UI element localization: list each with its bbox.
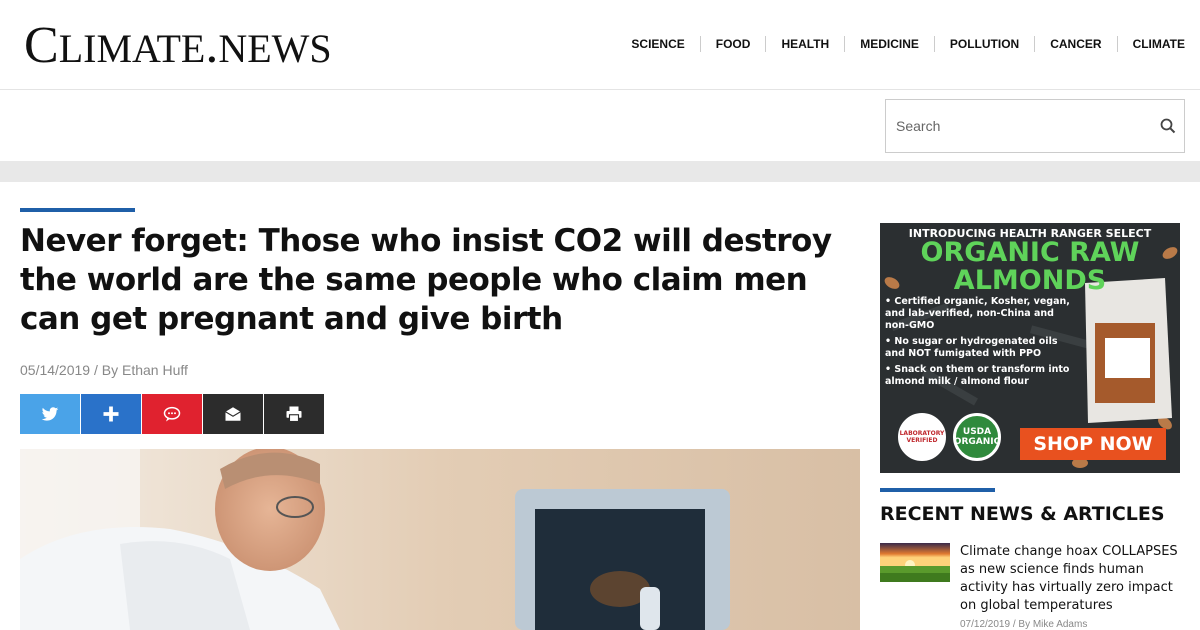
logo-dot: . xyxy=(205,17,219,74)
share-bar xyxy=(20,394,325,434)
logo-word-2: NEWS xyxy=(218,26,332,71)
more-share-button[interactable] xyxy=(81,394,141,434)
news-item-author[interactable]: By Mike Adams xyxy=(1018,619,1087,630)
ad-title-line2: ALMONDS xyxy=(953,265,1107,296)
ad-bullet: • Certified organic, Kosher, vegan, and … xyxy=(885,296,1070,331)
nav-item-pollution[interactable]: POLLUTION xyxy=(933,36,1034,52)
article-date: 05/14/2019 xyxy=(20,362,91,378)
logo-word-1: LIMATE xyxy=(58,26,206,71)
article-author[interactable]: By Ethan Huff xyxy=(102,362,188,378)
print-icon xyxy=(286,406,302,423)
nav-item-science[interactable]: SCIENCE xyxy=(616,36,699,52)
nav-item-health[interactable]: HEALTH xyxy=(765,36,844,52)
site-header: CLIMATE.NEWS SCIENCE FOOD HEALTH MEDICIN… xyxy=(0,0,1200,90)
article-image xyxy=(20,449,860,630)
sunset-field-image xyxy=(880,543,950,582)
ad-title-line1: ORGANIC RAW xyxy=(920,237,1140,268)
logo-letter: C xyxy=(24,17,59,74)
search-box xyxy=(885,99,1185,153)
meta-separator: / xyxy=(1012,619,1016,630)
print-button[interactable] xyxy=(264,394,324,434)
main-nav: SCIENCE FOOD HEALTH MEDICINE POLLUTION C… xyxy=(616,36,1185,52)
nav-item-cancer[interactable]: CANCER xyxy=(1034,36,1116,52)
email-icon xyxy=(225,407,241,421)
usda-organic-badge: USDA ORGANIC xyxy=(953,413,1001,461)
nav-item-food[interactable]: FOOD xyxy=(699,36,766,52)
news-item-title[interactable]: Climate change hoax COLLAPSES as new sci… xyxy=(960,543,1185,615)
recent-news-heading: RECENT NEWS & ARTICLES xyxy=(880,503,1165,525)
ad-bullet: • No sugar or hydrogenated oils and NOT … xyxy=(885,336,1058,359)
site-logo[interactable]: CLIMATE.NEWS xyxy=(24,18,332,77)
news-item-date: 07/12/2019 xyxy=(960,619,1011,630)
nav-item-climate[interactable]: CLIMATE xyxy=(1116,36,1185,52)
almonds-ad-banner[interactable]: INTRODUCING HEALTH RANGER SELECT ORGANIC… xyxy=(880,223,1180,473)
news-item-meta: 07/12/2019 / By Mike Adams xyxy=(960,619,1087,630)
lab-verified-badge: LABORATORY VERIFIED xyxy=(898,413,946,461)
news-thumbnail[interactable] xyxy=(880,543,950,582)
divider-band xyxy=(0,161,1200,182)
sidebar-accent-bar xyxy=(880,488,995,492)
search-icon[interactable] xyxy=(1160,118,1176,134)
ad-bullets: • Certified organic, Kosher, vegan, and … xyxy=(885,296,1075,392)
email-share-button[interactable] xyxy=(203,394,263,434)
search-input[interactable] xyxy=(886,100,1146,152)
article-headline: Never forget: Those who insist CO2 will … xyxy=(20,223,832,337)
comment-button[interactable] xyxy=(142,394,202,434)
meta-separator: / xyxy=(93,362,98,378)
twitter-icon xyxy=(41,407,59,421)
plus-icon xyxy=(103,406,119,422)
article-accent-bar xyxy=(20,208,135,212)
comment-icon xyxy=(163,406,181,422)
article-meta: 05/14/2019 / By Ethan Huff xyxy=(20,362,188,378)
search-bar xyxy=(0,91,1200,161)
ad-bullet: • Snack on them or transform into almond… xyxy=(885,364,1070,387)
twitter-share-button[interactable] xyxy=(20,394,80,434)
shop-now-button[interactable]: SHOP NOW xyxy=(1020,428,1166,460)
doctor-ultrasound-photo xyxy=(20,449,860,630)
nav-item-medicine[interactable]: MEDICINE xyxy=(844,36,934,52)
